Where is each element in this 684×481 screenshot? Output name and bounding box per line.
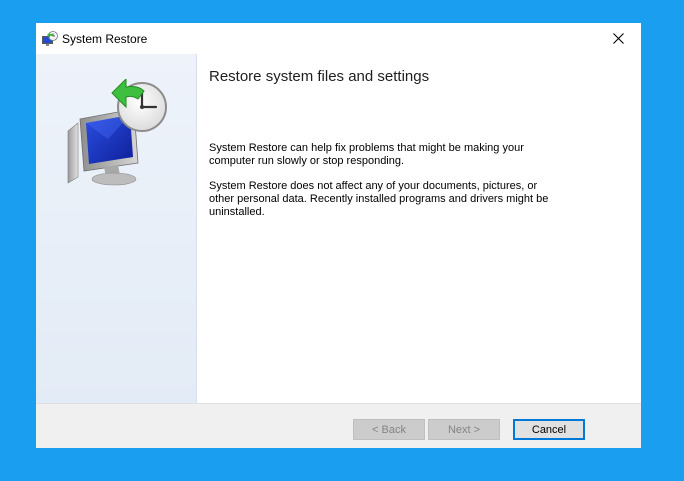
- content-area: Restore system files and settings System…: [196, 54, 641, 403]
- system-restore-icon: [42, 31, 58, 46]
- system-restore-clock-monitor-icon: [67, 79, 167, 186]
- title-bar[interactable]: System Restore: [36, 23, 641, 54]
- cancel-button[interactable]: Cancel: [513, 419, 585, 440]
- button-bar: < Back Next > Cancel: [36, 403, 641, 448]
- side-panel: [36, 54, 197, 403]
- page-heading: Restore system files and settings: [209, 68, 430, 85]
- close-icon: [612, 33, 624, 44]
- back-button[interactable]: < Back: [353, 419, 425, 440]
- window-title: System Restore: [62, 32, 148, 46]
- system-restore-window: System Restore Restore system files and …: [36, 23, 641, 448]
- next-button[interactable]: Next >: [428, 419, 500, 440]
- description-paragraph-1: System Restore can help fix problems tha…: [209, 142, 524, 167]
- description-paragraph-2: System Restore does not affect any of yo…: [209, 180, 549, 218]
- close-button[interactable]: [595, 23, 641, 54]
